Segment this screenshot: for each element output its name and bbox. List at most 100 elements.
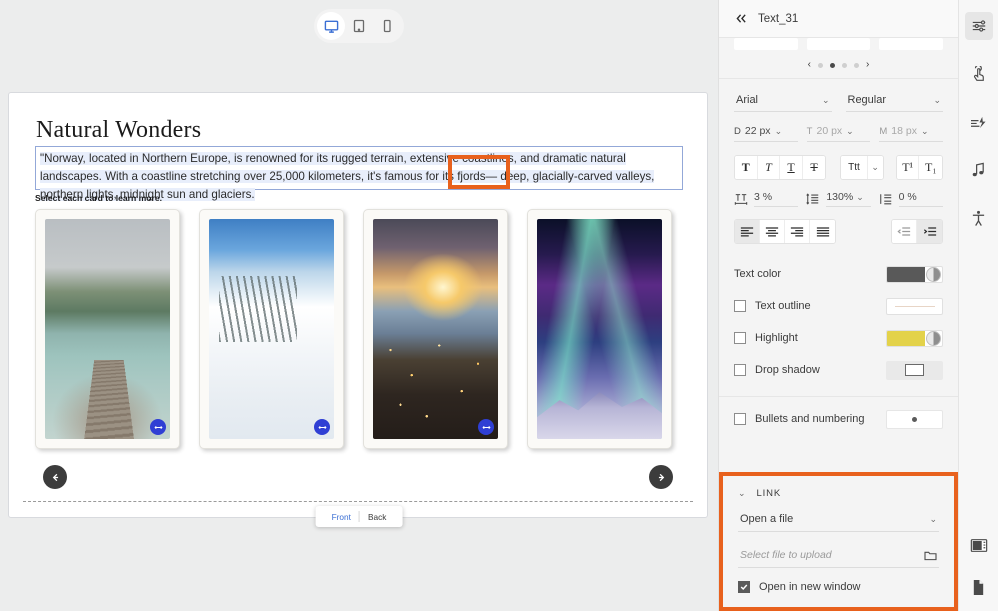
- document-icon[interactable]: [965, 573, 993, 601]
- flip-icon[interactable]: [478, 419, 494, 435]
- link-file-placeholder: Select file to upload: [740, 549, 832, 561]
- style-preset-row[interactable]: [719, 38, 958, 52]
- card-city-sunset[interactable]: [363, 209, 508, 449]
- line-height-value[interactable]: 130% ⌄: [826, 191, 870, 207]
- style-preset[interactable]: [807, 38, 871, 50]
- text-case-button[interactable]: Ttt: [841, 156, 867, 179]
- accessibility-icon[interactable]: [965, 204, 993, 232]
- chevron-double-left-icon[interactable]: [735, 13, 748, 24]
- link-file-field[interactable]: Select file to upload: [738, 549, 939, 568]
- text-color-swatch[interactable]: [886, 266, 943, 283]
- properties-icon[interactable]: [965, 12, 993, 40]
- animation-icon[interactable]: [965, 108, 993, 136]
- tab-front[interactable]: Front: [324, 512, 359, 522]
- open-new-window-checkbox[interactable]: [738, 581, 750, 593]
- subscript-button[interactable]: T₁: [919, 156, 942, 179]
- indent-group[interactable]: [891, 219, 943, 244]
- device-mobile-button[interactable]: [373, 12, 401, 40]
- align-right-button[interactable]: [785, 220, 810, 243]
- tab-back[interactable]: Back: [360, 512, 394, 522]
- bold-button[interactable]: T: [735, 156, 758, 179]
- kerning-control[interactable]: 3 %: [734, 191, 798, 207]
- bullets-style-swatch[interactable]: [886, 410, 943, 429]
- highlight-row[interactable]: Highlight: [719, 322, 958, 354]
- chevron-down-icon[interactable]: ⌄: [738, 488, 746, 499]
- highlight-swatch[interactable]: [886, 330, 943, 347]
- link-action-select[interactable]: Open a file ⌄: [738, 513, 939, 532]
- flip-icon[interactable]: [642, 419, 658, 435]
- open-new-window-label: Open in new window: [759, 581, 861, 593]
- link-action-value: Open a file: [740, 513, 793, 525]
- carousel-next-button[interactable]: [649, 465, 673, 489]
- card-face-tabs[interactable]: Front Back: [316, 506, 403, 527]
- pager-dot[interactable]: [854, 63, 859, 68]
- device-tablet-button[interactable]: [345, 12, 373, 40]
- pager-dot-active[interactable]: [830, 63, 835, 68]
- pager-dot[interactable]: [818, 63, 823, 68]
- bullets-checkbox[interactable]: [734, 413, 746, 425]
- text-style-group[interactable]: T T T T: [734, 155, 826, 180]
- opacity-icon[interactable]: [926, 267, 941, 282]
- text-style-row: T T T T Ttt ⌄ T¹ T₁: [719, 146, 958, 180]
- folder-icon[interactable]: [924, 550, 937, 561]
- strikethrough-button[interactable]: T: [803, 156, 826, 179]
- desktop-size-field[interactable]: D 22 px ⌄: [734, 125, 798, 142]
- style-preset[interactable]: [734, 38, 798, 50]
- bullets-row[interactable]: Bullets and numbering: [719, 397, 958, 441]
- pager-prev-icon[interactable]: ‹: [808, 60, 811, 70]
- device-preview-toggle[interactable]: [314, 9, 404, 43]
- pager-next-icon[interactable]: ›: [866, 60, 869, 70]
- script-group[interactable]: T¹ T₁: [896, 155, 943, 180]
- text-color-row[interactable]: Text color: [719, 258, 958, 290]
- slide-canvas[interactable]: Natural Wonders "Norway, located in Nort…: [8, 92, 708, 518]
- alignment-group[interactable]: [734, 219, 836, 244]
- flip-icon[interactable]: [150, 419, 166, 435]
- mobile-size-field[interactable]: M 18 px ⌄: [879, 125, 943, 142]
- audio-icon[interactable]: [965, 156, 993, 184]
- pager-dot[interactable]: [842, 63, 847, 68]
- text-case-group[interactable]: Ttt ⌄: [840, 155, 884, 180]
- preset-pager[interactable]: ‹ ›: [719, 52, 958, 78]
- text-outline-checkbox[interactable]: [734, 300, 746, 312]
- card-aurora[interactable]: [527, 209, 672, 449]
- tool-rail: [958, 0, 998, 611]
- kerning-icon: [734, 192, 748, 206]
- drop-shadow-swatch[interactable]: [886, 361, 943, 380]
- panel-title: Text_31: [758, 13, 798, 25]
- outdent-button[interactable]: [892, 220, 917, 243]
- underline-button[interactable]: T: [780, 156, 803, 179]
- text-outline-row[interactable]: Text outline: [719, 290, 958, 322]
- line-height-control[interactable]: 130% ⌄: [806, 191, 870, 207]
- align-justify-button[interactable]: [810, 220, 835, 243]
- tablet-size-field[interactable]: T 20 px ⌄: [807, 125, 871, 142]
- card-image: [209, 219, 334, 439]
- flip-icon[interactable]: [314, 419, 330, 435]
- drop-shadow-checkbox[interactable]: [734, 364, 746, 376]
- text-outline-swatch[interactable]: [886, 298, 943, 315]
- card-snow-peak[interactable]: [199, 209, 344, 449]
- indent-button[interactable]: [917, 220, 942, 243]
- text-block-selected[interactable]: "Norway, located in Northern Europe, is …: [35, 146, 683, 190]
- chevron-down-icon[interactable]: ⌄: [868, 156, 883, 179]
- align-center-button[interactable]: [760, 220, 785, 243]
- italic-button[interactable]: T: [758, 156, 781, 179]
- style-preset[interactable]: [879, 38, 943, 50]
- align-left-button[interactable]: [735, 220, 760, 243]
- font-style-select[interactable]: Regular ⌄: [846, 91, 944, 112]
- chevron-down-icon: ⌄: [921, 126, 929, 137]
- drop-shadow-row[interactable]: Drop shadow: [719, 354, 958, 386]
- open-new-window-row[interactable]: Open in new window: [738, 581, 939, 593]
- superscript-button[interactable]: T¹: [897, 156, 920, 179]
- font-family-select[interactable]: Arial ⌄: [734, 91, 832, 112]
- opacity-icon[interactable]: [926, 331, 941, 346]
- interaction-icon[interactable]: [965, 60, 993, 88]
- highlight-checkbox[interactable]: [734, 332, 746, 344]
- carousel-prev-button[interactable]: [43, 465, 67, 489]
- highlight-fill: [887, 331, 925, 346]
- layout-icon[interactable]: [965, 531, 993, 559]
- link-section-header[interactable]: ⌄ LINK: [738, 488, 939, 499]
- font-row: Arial ⌄ Regular ⌄: [719, 79, 958, 116]
- device-desktop-button[interactable]: [317, 12, 345, 40]
- paragraph-space-control[interactable]: 0 %: [879, 191, 943, 207]
- card-fjord-dock[interactable]: [35, 209, 180, 449]
